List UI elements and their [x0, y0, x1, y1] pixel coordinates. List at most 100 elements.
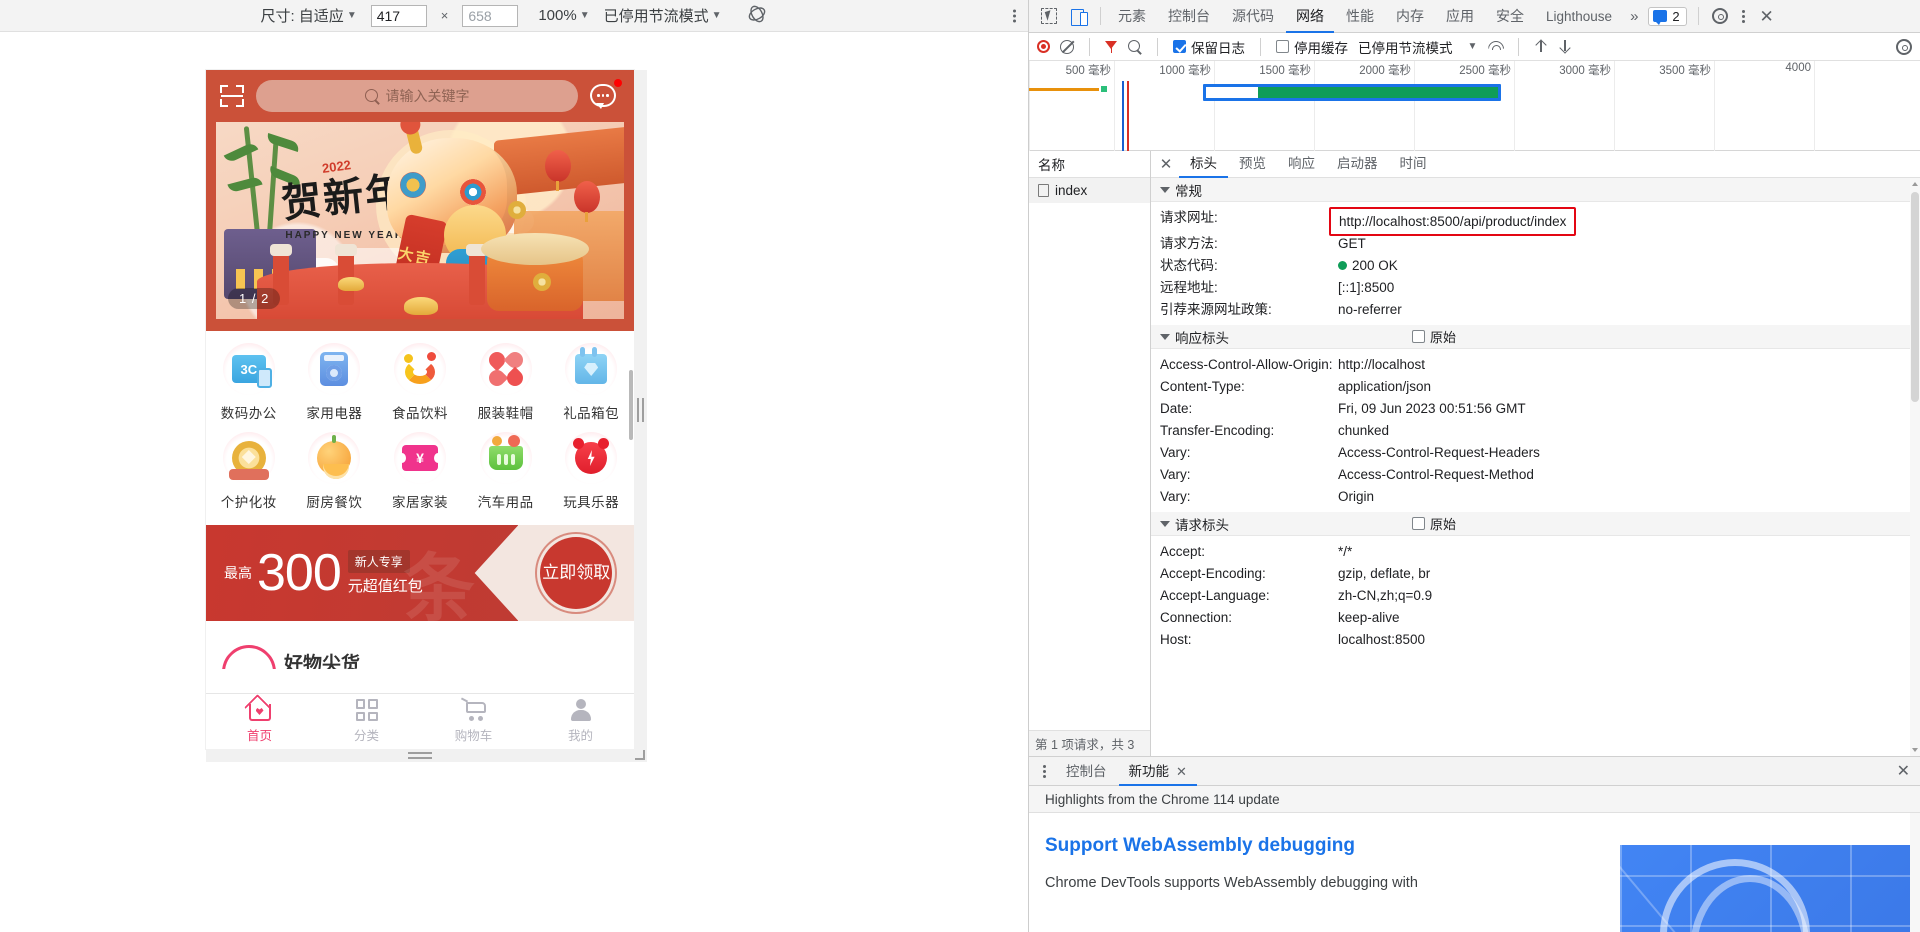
drawer-more-options-icon[interactable] — [1035, 764, 1054, 778]
tab-performance[interactable]: 性能 — [1336, 0, 1384, 33]
category-item[interactable]: 汽车用品 — [463, 432, 549, 511]
tab-memory[interactable]: 内存 — [1386, 0, 1434, 33]
chevron-double-right-icon[interactable]: » — [1624, 8, 1642, 25]
category-item[interactable]: 服装鞋帽 — [463, 343, 549, 422]
export-har-icon[interactable] — [1558, 39, 1572, 54]
carousel-page-indicator: 1 / 2 — [228, 288, 281, 309]
dimension-separator: × — [440, 8, 449, 23]
drawer-tab-whats-new[interactable]: 新功能 ✕ — [1119, 757, 1197, 786]
category-item[interactable]: ¥ 家居家装 — [377, 432, 463, 511]
toggle-device-toolbar-icon[interactable] — [1065, 3, 1093, 29]
preserve-log-checkbox[interactable]: 保留日志 — [1173, 37, 1245, 57]
clothing-icon — [479, 343, 532, 395]
import-har-icon[interactable] — [1534, 39, 1548, 54]
zoom-dropdown[interactable]: 100% ▼ — [538, 7, 589, 24]
tab-lighthouse[interactable]: Lighthouse — [1536, 0, 1622, 33]
device-frame: 请输入关键字 2022 贺新年 HAPPY NEW YEAR 大吉大利 1 / … — [206, 70, 647, 762]
close-icon[interactable]: ✕ — [1176, 757, 1187, 786]
tab-label: 分类 — [353, 729, 379, 743]
devtools-more-options-icon[interactable] — [1736, 9, 1751, 23]
resize-handle-right[interactable] — [634, 70, 647, 749]
inspect-element-icon[interactable] — [1035, 3, 1063, 29]
throttling-dropdown[interactable]: 已停用节流模式 ▼ — [1358, 37, 1477, 57]
section-general-header[interactable]: 常规 — [1151, 178, 1920, 202]
drawer-tab-console[interactable]: 控制台 — [1056, 757, 1117, 786]
rotate-icon[interactable] — [746, 4, 768, 28]
throttle-label: 已停用节流模式 — [603, 8, 709, 25]
viewport-width-input[interactable] — [370, 4, 427, 27]
close-icon[interactable]: ✕ — [1153, 155, 1179, 173]
scan-icon[interactable] — [220, 85, 244, 107]
tab-security[interactable]: 安全 — [1486, 0, 1534, 33]
section-request-headers-header[interactable]: 请求标头 原始 — [1151, 512, 1920, 536]
disable-cache-checkbox[interactable]: 停用缓存 — [1276, 37, 1348, 57]
drawer-close-icon[interactable]: ✕ — [1887, 761, 1920, 781]
category-item[interactable]: 食品饮料 — [377, 343, 463, 422]
tab-network[interactable]: 网络 — [1286, 0, 1334, 33]
resize-handle-corner[interactable] — [634, 749, 647, 762]
category-item[interactable]: 玩具乐器 — [548, 432, 634, 511]
tab-timing[interactable]: 时间 — [1389, 151, 1438, 178]
tab-sources[interactable]: 源代码 — [1222, 0, 1284, 33]
detail-scrollbar[interactable] — [1910, 178, 1920, 756]
coupon-banner[interactable]: 条 最高 300 新人专享 元超值红包 立即领取 — [206, 517, 634, 621]
device-viewport: 请输入关键字 2022 贺新年 HAPPY NEW YEAR 大吉大利 1 / … — [206, 70, 634, 749]
viewport-height-input[interactable] — [462, 4, 519, 27]
header-key: Accept-Encoding: — [1160, 565, 1266, 581]
timeline-dom-content-loaded-line — [1122, 81, 1124, 151]
claim-coupon-button[interactable]: 立即领取 — [540, 537, 613, 609]
close-icon[interactable]: ✕ — [1753, 3, 1781, 29]
category-item[interactable]: 厨房餐饮 — [292, 432, 378, 511]
tab-preview[interactable]: 预览 — [1228, 151, 1277, 178]
throttle-dropdown[interactable]: 已停用节流模式 ▼ — [604, 5, 722, 26]
category-item[interactable]: 个护化妆 — [206, 432, 292, 511]
scroll-down-arrow-icon[interactable] — [1912, 748, 1918, 752]
tab-console[interactable]: 控制台 — [1158, 0, 1220, 33]
clear-icon[interactable] — [1060, 39, 1074, 54]
tab-home[interactable]: 首页 — [206, 699, 313, 744]
tab-initiator[interactable]: 启动器 — [1326, 151, 1389, 178]
emulation-more-options-icon[interactable] — [1013, 9, 1016, 22]
header-value: [::1]:8500 — [1338, 279, 1395, 295]
tab-label: 我的 — [567, 729, 593, 743]
header-row: Accept-Encoding: gzip, deflate, br — [1151, 562, 1920, 584]
category-item[interactable]: 3C 数码办公 — [206, 343, 292, 422]
table-row[interactable]: index — [1029, 178, 1150, 203]
whats-new-body: Support WebAssembly debugging Chrome Dev… — [1029, 813, 1920, 932]
banner-image[interactable]: 2022 贺新年 HAPPY NEW YEAR 大吉大利 1 / 2 — [216, 122, 624, 319]
category-item[interactable]: 家用电器 — [292, 343, 378, 422]
network-overview-timeline[interactable]: 500 毫秒 1000 毫秒 1500 毫秒 2000 毫秒 2500 毫秒 3… — [1029, 61, 1920, 151]
scroll-up-arrow-icon[interactable] — [1912, 182, 1918, 186]
drawer-scrollbar[interactable] — [1910, 813, 1920, 932]
tab-response[interactable]: 响应 — [1277, 151, 1326, 178]
search-input[interactable]: 请输入关键字 — [256, 80, 578, 112]
raw-toggle-response[interactable]: 原始 — [1412, 327, 1456, 346]
header-key: Content-Type: — [1160, 378, 1245, 394]
search-icon[interactable] — [1128, 39, 1142, 54]
network-conditions-icon[interactable] — [1487, 40, 1503, 53]
network-settings-gear-icon[interactable] — [1896, 38, 1912, 55]
header-value: GET — [1338, 235, 1366, 251]
header-value: zh-CN,zh;q=0.9 — [1338, 587, 1433, 603]
headers-body: 常规 请求网址: http://localhost:8500/api/produ… — [1151, 178, 1920, 756]
tab-elements[interactable]: 元素 — [1108, 0, 1156, 33]
record-icon[interactable] — [1037, 40, 1050, 53]
tab-application[interactable]: 应用 — [1436, 0, 1484, 33]
device-size-dropdown[interactable]: 尺寸: 自适应 ▼ — [260, 5, 356, 26]
banner-carousel[interactable]: 2022 贺新年 HAPPY NEW YEAR 大吉大利 1 / 2 — [206, 122, 634, 331]
scrollbar-thumb[interactable] — [1911, 192, 1919, 402]
category-item[interactable]: 礼品箱包 — [548, 343, 634, 422]
issues-badge[interactable]: 2 — [1648, 6, 1687, 26]
tab-category[interactable]: 分类 — [313, 699, 420, 744]
section-response-headers-header[interactable]: 响应标头 原始 — [1151, 325, 1920, 349]
resize-handle-bottom[interactable] — [206, 749, 634, 762]
timeline-selection[interactable] — [1203, 84, 1501, 101]
tab-profile[interactable]: 我的 — [527, 699, 634, 744]
page-scrollbar[interactable] — [629, 370, 633, 440]
filter-icon[interactable] — [1105, 40, 1118, 53]
raw-toggle-request[interactable]: 原始 — [1412, 514, 1456, 533]
tab-cart[interactable]: 购物车 — [420, 699, 527, 744]
gear-icon[interactable] — [1706, 3, 1734, 29]
tab-headers[interactable]: 标头 — [1179, 151, 1228, 178]
message-icon[interactable] — [590, 79, 622, 111]
